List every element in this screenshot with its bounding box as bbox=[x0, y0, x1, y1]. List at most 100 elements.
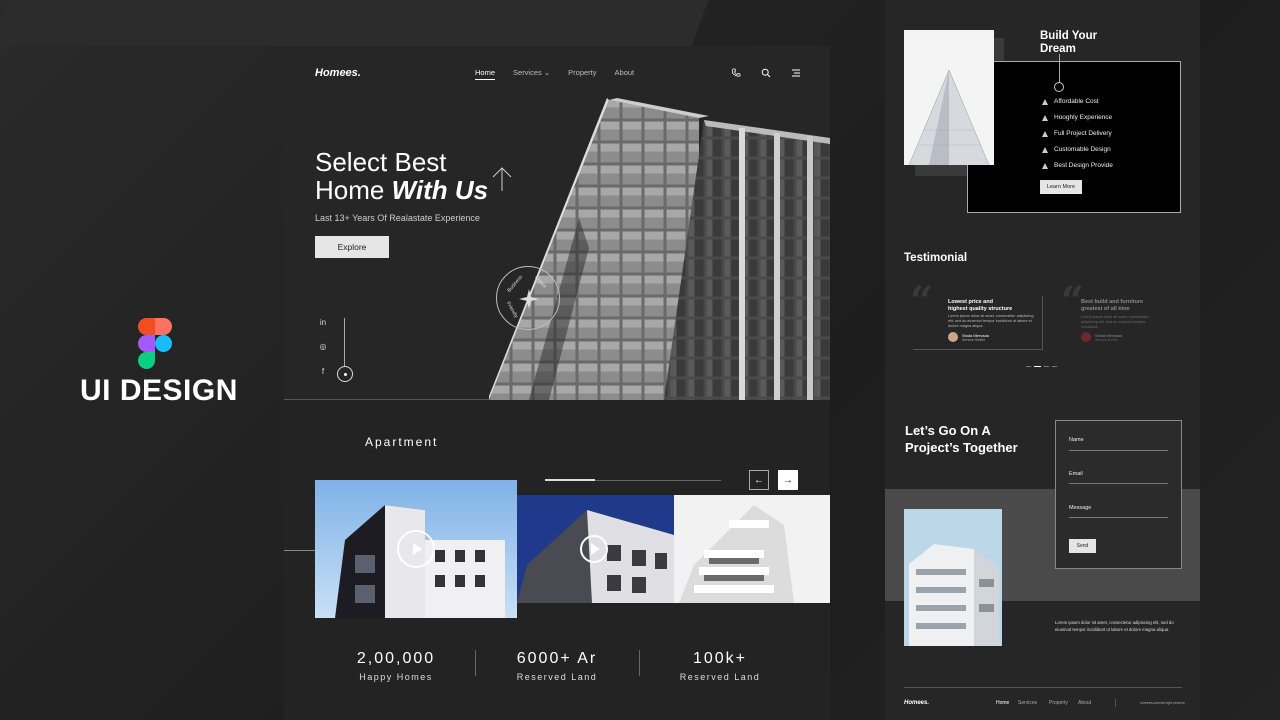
name-label: Name bbox=[1069, 437, 1084, 443]
triangle-icon bbox=[1042, 146, 1048, 153]
footer-divider bbox=[904, 687, 1182, 688]
triangle-icon bbox=[1042, 98, 1048, 105]
message-field[interactable] bbox=[1069, 517, 1168, 518]
footer-logo[interactable]: Homees. bbox=[904, 700, 929, 706]
footer-nav-property[interactable]: Property bbox=[1049, 700, 1068, 706]
feature-item: Full Project Delivery bbox=[1042, 130, 1112, 137]
hero-subtitle: Last 13+ Years Of Realastate Experience bbox=[315, 213, 480, 223]
scroll-indicator-line bbox=[344, 318, 345, 366]
testimonial-heading-line1: Best build and furniture bbox=[1081, 299, 1144, 305]
badge-word-expert: Expert bbox=[533, 274, 548, 290]
secondary-page-frame: Affordable Cost Hooghly Experience Full … bbox=[885, 0, 1200, 720]
nav-services[interactable]: Services ⌄ bbox=[513, 68, 550, 80]
homepage-frame: Homees. Home Services ⌄ Property About S… bbox=[284, 46, 830, 720]
nav-home[interactable]: Home bbox=[475, 68, 496, 80]
testimonial-heading: Best build and furniture greatest of all… bbox=[1081, 296, 1200, 313]
stat-divider bbox=[639, 650, 640, 676]
nav-about[interactable]: About bbox=[615, 68, 635, 80]
stat-label: Happy Homes bbox=[359, 672, 433, 682]
figma-brand: UI DESIGN bbox=[80, 318, 238, 408]
hero-building-image bbox=[489, 98, 830, 400]
play-video-button[interactable] bbox=[580, 535, 608, 563]
search-icon[interactable] bbox=[761, 68, 771, 78]
feature-item: Best Design Provide bbox=[1042, 162, 1113, 169]
features-box: Affordable Cost Hooghly Experience Full … bbox=[967, 54, 1181, 213]
stat-happy-homes: 2,00,000 Happy Homes bbox=[344, 650, 448, 682]
house-outline-icon bbox=[492, 167, 512, 191]
contact-title-line2: Project’s Together bbox=[905, 440, 1018, 455]
figma-logo-icon bbox=[138, 318, 172, 369]
learn-more-button[interactable]: Learn More bbox=[1040, 180, 1082, 194]
email-field[interactable] bbox=[1069, 483, 1168, 484]
carousel-dots bbox=[1026, 366, 1057, 367]
experience-badge: Business Expert Friendly bbox=[496, 266, 560, 330]
avatar bbox=[1081, 332, 1091, 342]
hero-title-with-us: With Us bbox=[391, 175, 489, 205]
section-divider bbox=[284, 550, 315, 551]
scroll-down-button[interactable] bbox=[337, 366, 353, 382]
stat-reserved-land-1: 6000+ Ar Reserved Land bbox=[504, 650, 610, 682]
build-title-line2: Dream bbox=[1040, 43, 1076, 55]
testimonial-heading-line2: greatest of all time bbox=[1081, 306, 1130, 312]
contact-description: Lorem ipsum dolor sit amet, consectetur … bbox=[1055, 620, 1174, 632]
stat-divider bbox=[475, 650, 476, 676]
hero-section: Homees. Home Services ⌄ Property About S… bbox=[284, 46, 830, 400]
linkedin-icon[interactable]: in bbox=[318, 318, 328, 327]
triangle-icon bbox=[1042, 130, 1048, 137]
footer-nav-about[interactable]: About bbox=[1078, 700, 1091, 706]
feature-label: Best Design Provide bbox=[1054, 162, 1113, 169]
star-icon bbox=[519, 289, 539, 309]
testimonial-title: Testimonial bbox=[904, 252, 968, 264]
testimonial-heading-line1: Lowest price and bbox=[948, 299, 993, 305]
nav-services-label: Services bbox=[513, 68, 542, 77]
apartment-photo-3[interactable] bbox=[674, 495, 830, 603]
feature-label: Affordable Cost bbox=[1054, 98, 1099, 105]
facebook-icon[interactable]: f bbox=[318, 367, 328, 376]
nav-icons bbox=[731, 68, 801, 78]
stat-value: 100k+ bbox=[692, 650, 748, 667]
stat-label: Reserved Land bbox=[679, 672, 761, 682]
footer-nav-home[interactable]: Home bbox=[996, 700, 1009, 706]
stat-reserved-land-2: 100k+ Reserved Land bbox=[668, 650, 772, 682]
testimonial-body: Lorem ipsum dolor sit amet, consectetur … bbox=[948, 314, 1034, 328]
explore-button[interactable]: Explore bbox=[315, 236, 389, 258]
stat-label: Reserved Land bbox=[516, 672, 598, 682]
contact-title-line1: Let’s Go On A bbox=[905, 423, 991, 438]
nav-property[interactable]: Property bbox=[568, 68, 596, 80]
build-title: Build Your Dream bbox=[1040, 30, 1097, 56]
apartment-photo-1[interactable] bbox=[315, 480, 517, 618]
stat-value: 2,00,000 bbox=[356, 650, 436, 667]
next-arrow-button[interactable]: → bbox=[778, 470, 798, 490]
contact-form: Name Email Message Send bbox=[1055, 420, 1182, 569]
brand-title: UI DESIGN bbox=[80, 374, 238, 407]
contact-title: Let’s Go On A Project’s Together bbox=[905, 422, 1018, 456]
feature-label: Hooghly Experience bbox=[1054, 114, 1113, 121]
site-logo[interactable]: Homees. bbox=[315, 67, 361, 79]
carousel-dot-active[interactable] bbox=[1034, 366, 1041, 367]
name-field[interactable] bbox=[1069, 450, 1168, 451]
hero-title-home: Home bbox=[315, 175, 392, 205]
contact-building-photo bbox=[904, 509, 1002, 646]
footer-separator bbox=[1115, 699, 1116, 707]
carousel-dot[interactable] bbox=[1052, 366, 1057, 367]
play-video-button[interactable] bbox=[397, 530, 435, 568]
tower-photo bbox=[904, 30, 994, 165]
reviewer-role: Service Holder bbox=[1095, 338, 1118, 342]
feature-label: Customable Design bbox=[1054, 146, 1111, 153]
testimonial-heading-line2: highest quality structure bbox=[948, 306, 1013, 312]
carousel-dot[interactable] bbox=[1044, 366, 1049, 367]
instagram-icon[interactable]: ◎ bbox=[318, 342, 328, 351]
feature-item: Hooghly Experience bbox=[1042, 114, 1112, 121]
carousel-dot[interactable] bbox=[1026, 366, 1031, 367]
footer-nav-services[interactable]: Services bbox=[1018, 700, 1037, 706]
send-button[interactable]: Send bbox=[1069, 539, 1096, 553]
feature-item: Customable Design bbox=[1042, 146, 1111, 153]
prev-arrow-button[interactable]: ← bbox=[749, 470, 769, 490]
email-label: Email bbox=[1069, 471, 1083, 477]
feature-label: Full Project Delivery bbox=[1054, 130, 1112, 137]
phone-icon[interactable] bbox=[731, 68, 741, 78]
apartment-photo-2[interactable] bbox=[517, 495, 674, 603]
testimonial-body: Lorem ipsum dolor sit amet, consectetur … bbox=[1081, 315, 1149, 329]
reviewer-role: Service Holder bbox=[962, 338, 985, 342]
menu-icon[interactable] bbox=[791, 68, 801, 78]
